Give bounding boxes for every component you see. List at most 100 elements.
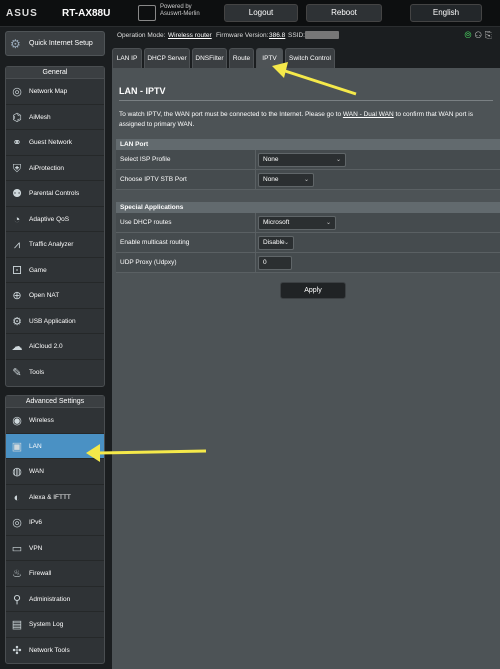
sidebar-item-aimesh[interactable]: ⌬ AiMesh <box>6 105 104 130</box>
sidebar-general-group: General ◎ Network Map ⌬ AiMesh ⚭ Guest Netw… <box>5 66 105 387</box>
sidebar-item-label: Tools <box>29 368 45 376</box>
stb-port-label: Choose IPTV STB Port <box>120 170 256 190</box>
traffic-analyzer-icon: ⩘ <box>13 239 21 251</box>
dhcp-routes-row: Use DHCP routes Microsoft ⌄ <box>116 213 500 233</box>
sidebar-item-game[interactable]: ⚀ Game <box>6 258 104 283</box>
sidebar-item-label: AiCloud 2.0 <box>29 343 63 350</box>
sidebar-item-label: AiProtection <box>29 164 65 172</box>
page-title: LAN - IPTV <box>119 86 166 96</box>
sidebar-item-aiprotection[interactable]: ⛨ AiProtection <box>6 156 104 181</box>
sidebar-item-traffic-analyzer[interactable]: ⩘ Traffic Analyzer <box>6 232 104 258</box>
sidebar-item-alexa-ifttt[interactable]: ◐ Alexa & IFTTT <box>6 485 104 510</box>
udpxy-input[interactable]: 0 <box>258 256 292 270</box>
logout-button[interactable]: Logout <box>224 4 298 22</box>
main-panel: LAN - IPTV To watch IPTV, the WAN port m… <box>112 68 500 669</box>
sidebar-item-system-log[interactable]: ▤ System Log <box>6 612 104 638</box>
ipv6-icon: ◎ <box>12 517 22 529</box>
qis-label: Quick Internet Setup <box>29 40 93 47</box>
multicast-select[interactable]: Disable ⌄ <box>258 236 294 250</box>
sidebar-item-network-tools[interactable]: ✣ Network Tools <box>6 638 104 664</box>
isp-profile-value: None <box>263 156 279 163</box>
wan-dual-wan-link[interactable]: WAN - Dual WAN <box>343 111 394 118</box>
wifi-status-icon[interactable]: ⦾ <box>464 30 474 40</box>
tab-lan-ip[interactable]: LAN IP <box>112 48 142 68</box>
lan-port-section: LAN Port Select ISP Profile None ⌄ Choose… <box>116 139 500 190</box>
merlin-badge: Powered by Asuswrt-Merlin <box>138 2 208 24</box>
stb-port-value: None <box>263 176 279 183</box>
sidebar-item-guest-network[interactable]: ⚭ Guest Network <box>6 130 104 156</box>
firewall-icon: ♨ <box>12 568 22 580</box>
general-heading: General <box>6 67 104 79</box>
router-model: RT-AX88U <box>62 8 111 19</box>
language-select[interactable]: English <box>410 4 482 22</box>
sidebar-item-adaptive-qos[interactable]: ◔ Adaptive QoS <box>6 207 104 232</box>
firmware-value[interactable]: 386.8 <box>269 32 285 39</box>
dhcp-routes-value: Microsoft <box>263 219 290 226</box>
administration-icon: ⚲ <box>12 593 22 606</box>
sidebar-item-ipv6[interactable]: ◎ IPv6 <box>6 510 104 536</box>
aiprotection-icon: ⛨ <box>12 162 22 175</box>
chevron-down-icon: ⌄ <box>335 157 341 163</box>
lan-icon: ▣ <box>11 440 23 453</box>
desc-text: To watch IPTV, the WAN port must be conn… <box>119 111 343 118</box>
network-map-icon: ◎ <box>12 86 22 98</box>
sidebar-item-network-map[interactable]: ◎ Network Map <box>6 79 104 105</box>
sidebar-item-usb-application[interactable]: ⚙ USB Application <box>6 309 104 334</box>
wan-icon: ◍ <box>12 466 22 478</box>
sidebar-item-label: Adaptive QoS <box>29 215 70 223</box>
tab-route[interactable]: Route <box>229 48 254 68</box>
page-description: To watch IPTV, the WAN port must be conn… <box>119 110 495 130</box>
sidebar-item-label: Administration <box>29 595 71 603</box>
stb-port-select[interactable]: None ⌄ <box>258 173 314 187</box>
apply-button[interactable]: Apply <box>280 282 346 299</box>
aicloud-icon: ☁ <box>11 341 23 353</box>
chevron-down-icon: ⌄ <box>303 177 309 183</box>
multicast-label: Enable multicast routing <box>120 233 256 253</box>
tools-icon: ✎ <box>12 366 22 379</box>
asus-logo: ASUS <box>6 8 38 19</box>
chevron-down-icon: ⌄ <box>283 240 289 246</box>
ssid-value-redacted <box>305 31 339 39</box>
annotation-arrow-lan <box>86 444 207 462</box>
advanced-heading: Advanced Settings <box>6 396 104 408</box>
aimesh-icon: ⌬ <box>12 111 22 124</box>
reboot-button[interactable]: Reboot <box>306 4 382 22</box>
sidebar-item-parental-controls[interactable]: ⚉ Parental Controls <box>6 181 104 207</box>
status-bar: Operation Mode: Wireless router Firmware… <box>112 29 500 43</box>
sidebar-item-label: IPv6 <box>29 519 43 526</box>
title-divider <box>119 100 493 101</box>
tab-dnsfilter[interactable]: DNSFilter <box>192 48 227 68</box>
network-status-icon[interactable]: ⚇ <box>475 30 485 40</box>
isp-profile-select[interactable]: None ⌄ <box>258 153 346 167</box>
op-mode-value[interactable]: Wireless router <box>168 32 212 39</box>
sidebar-item-vpn[interactable]: ▭ VPN <box>6 536 104 561</box>
sidebar-item-tools[interactable]: ✎ Tools <box>6 360 104 386</box>
lan-port-header: LAN Port <box>116 139 500 150</box>
usb-status-icon[interactable]: ⎘ <box>485 30 495 40</box>
wireless-icon: ◉ <box>12 415 22 427</box>
sidebar-item-wireless[interactable]: ◉ Wireless <box>6 408 104 434</box>
system-log-icon: ▤ <box>11 619 23 631</box>
tab-dhcp-server[interactable]: DHCP Server <box>144 48 190 68</box>
sidebar-item-label: WAN <box>29 468 44 475</box>
sidebar-item-label: Game <box>29 266 47 274</box>
sidebar-item-label: USB Application <box>29 317 76 325</box>
special-applications-header: Special Applications <box>116 202 500 213</box>
quick-internet-setup-button[interactable]: ⚙ Quick Internet Setup <box>5 31 105 56</box>
sidebar-item-aicloud[interactable]: ☁ AiCloud 2.0 <box>6 334 104 360</box>
sidebar-item-label: Wireless <box>29 417 54 424</box>
sidebar-advanced-group: Advanced Settings ◉ Wireless ▣ LAN ◍ WAN ◐ A… <box>5 395 105 664</box>
sidebar-item-firewall[interactable]: ♨ Firewall <box>6 561 104 587</box>
sidebar-item-label: LAN <box>29 442 42 450</box>
dhcp-routes-select[interactable]: Microsoft ⌄ <box>258 216 336 230</box>
status-icons: ⦾⚇⎘ <box>464 30 495 41</box>
udpxy-label: UDP Proxy (Udpxy) <box>120 253 256 273</box>
sidebar-item-label: Firewall <box>29 570 52 577</box>
sidebar-item-open-nat[interactable]: ⊕ Open NAT <box>6 283 104 309</box>
sidebar-item-administration[interactable]: ⚲ Administration <box>6 587 104 612</box>
sidebar-item-label: System Log <box>29 621 64 628</box>
sidebar-item-label: Network Map <box>29 88 68 95</box>
multicast-value: Disable <box>263 239 285 246</box>
adaptive-qos-icon: ◔ <box>13 213 21 226</box>
sidebar-item-label: Network Tools <box>29 646 70 654</box>
